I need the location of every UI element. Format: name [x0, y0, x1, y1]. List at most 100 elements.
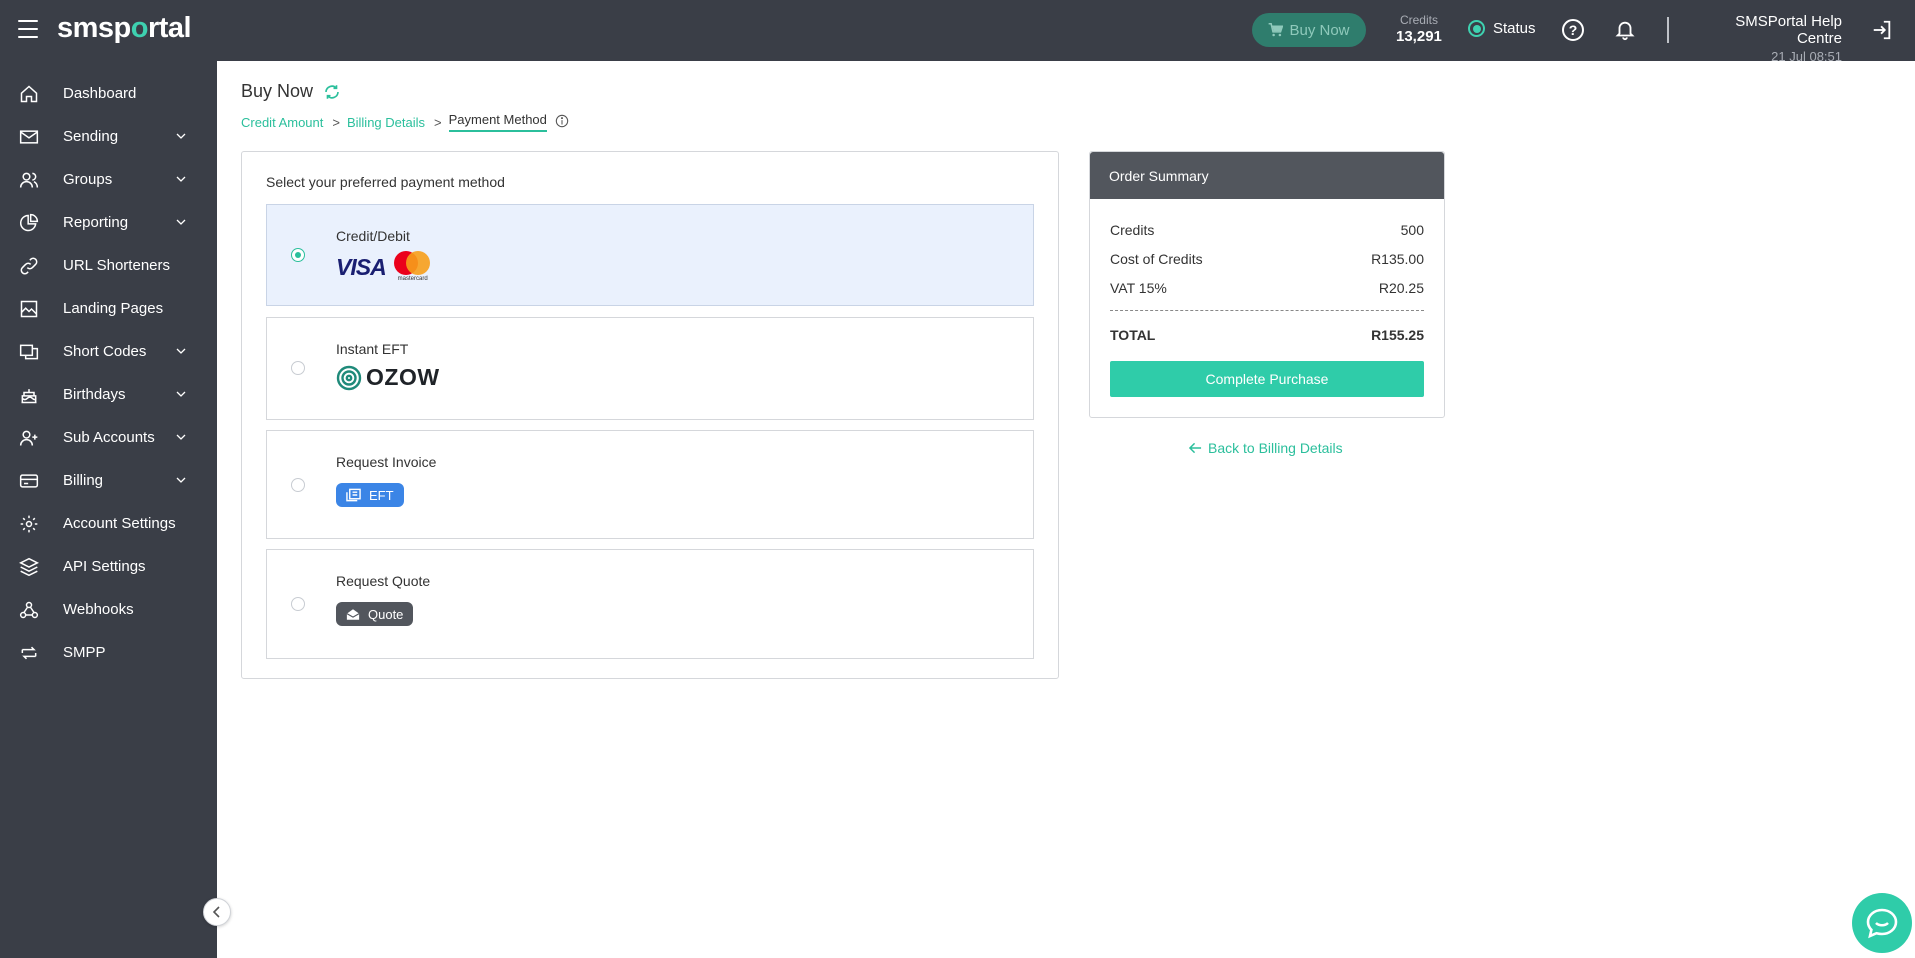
- page-title-text: Buy Now: [241, 81, 314, 101]
- payment-option-credit-debit[interactable]: Credit/Debit VISA mastercard: [266, 204, 1034, 306]
- sidebar-item-label: Webhooks: [63, 601, 134, 618]
- payment-method-panel: Select your preferred payment method Cre…: [241, 151, 1059, 679]
- breadcrumb-separator: >: [332, 114, 340, 130]
- buy-now-label: Buy Now: [1289, 21, 1350, 39]
- help-glyph: ?: [1568, 22, 1578, 38]
- payment-option-request-quote[interactable]: Request Quote Quote: [266, 549, 1034, 659]
- chevron-down-icon: [176, 348, 186, 354]
- quote-badge: Quote: [336, 602, 414, 626]
- link-icon: [20, 257, 38, 275]
- logout-icon[interactable]: [1871, 19, 1893, 41]
- sidebar-item-reporting[interactable]: Reporting: [0, 201, 217, 244]
- breadcrumb-billing-details[interactable]: Billing Details: [347, 115, 425, 130]
- logo-part: o: [130, 12, 149, 44]
- summary-row-label: Credits: [1110, 222, 1155, 238]
- status-label: Status: [1493, 20, 1536, 37]
- gear-icon: [20, 515, 38, 533]
- chevron-down-icon: [176, 434, 186, 440]
- mastercard-wordmark: mastercard: [397, 276, 428, 282]
- sidebar-item-sending[interactable]: Sending: [0, 115, 217, 158]
- sidebar-item-label: Birthdays: [63, 386, 126, 403]
- add-user-icon: [19, 430, 38, 446]
- webhook-icon: [19, 601, 39, 619]
- chat-bubble-icon: [1866, 908, 1898, 939]
- sidebar-item-label: Reporting: [63, 214, 129, 231]
- help-icon[interactable]: ?: [1562, 19, 1584, 41]
- sidebar-item-label: SMPP: [63, 644, 106, 661]
- order-summary-header: Order Summary: [1090, 152, 1444, 199]
- order-summary: Order Summary Credits 500 Cost of Credit…: [1089, 151, 1445, 418]
- summary-total-label: TOTAL: [1110, 327, 1156, 343]
- summary-row-total: TOTAL R155.25: [1110, 327, 1424, 343]
- pie-chart-icon: [20, 213, 39, 232]
- sidebar-item-label: Sending: [63, 128, 119, 145]
- sidebar-item-landing-pages[interactable]: Landing Pages: [0, 287, 217, 330]
- credits-display: Credits 13,291: [1396, 13, 1442, 45]
- credits-label: Credits: [1399, 13, 1438, 27]
- sidebar-item-smpp[interactable]: SMPP: [0, 631, 217, 674]
- back-to-billing-details-link[interactable]: Back to Billing Details: [1189, 440, 1343, 456]
- breadcrumb-credit-amount[interactable]: Credit Amount: [241, 115, 323, 130]
- credit-card-icon: [19, 474, 39, 488]
- sidebar-item-dashboard[interactable]: Dashboard: [0, 72, 217, 115]
- cake-icon: [21, 389, 37, 404]
- open-envelope-icon: [346, 608, 360, 620]
- sidebar-item-short-codes[interactable]: Short Codes: [0, 330, 217, 373]
- sidebar-item-label: Dashboard: [63, 85, 137, 102]
- breadcrumb: Credit Amount > Billing Details > Paymen…: [241, 112, 569, 132]
- payment-option-request-invoice[interactable]: Request Invoice EFT: [266, 430, 1034, 539]
- sidebar-item-label: Landing Pages: [63, 300, 164, 317]
- chevron-down-icon: [176, 176, 186, 182]
- status-indicator-icon: [1468, 20, 1485, 37]
- top-bar: smsportal Buy Now Credits 13,291 Status …: [0, 0, 1915, 64]
- summary-total-value: R155.25: [1371, 327, 1424, 343]
- sidebar-item-api-settings[interactable]: API Settings: [0, 545, 217, 588]
- summary-row-label: Cost of Credits: [1110, 251, 1203, 267]
- complete-purchase-button[interactable]: Complete Purchase: [1110, 361, 1424, 397]
- info-icon[interactable]: [555, 114, 569, 128]
- sidebar-item-webhooks[interactable]: Webhooks: [0, 588, 217, 631]
- sidebar-item-label: URL Shorteners: [63, 257, 170, 274]
- landing-page-icon: [20, 300, 38, 318]
- quote-badge-label: Quote: [368, 606, 404, 622]
- sidebar-item-billing[interactable]: Billing: [0, 459, 217, 502]
- chevron-down-icon: [176, 391, 186, 397]
- bell-icon[interactable]: [1614, 18, 1636, 42]
- breadcrumb-payment-method: Payment Method: [448, 112, 547, 132]
- smsportal-logo[interactable]: smsportal: [57, 12, 192, 45]
- status-button[interactable]: Status: [1468, 20, 1536, 37]
- request-invoice-radio[interactable]: [291, 478, 305, 492]
- sidebar: Dashboard Sending Groups Reporting URL S…: [0, 61, 217, 958]
- payment-option-label: Instant EFT: [336, 341, 409, 357]
- collapse-sidebar-button[interactable]: [203, 898, 231, 926]
- instant-eft-radio[interactable]: [291, 361, 305, 375]
- credit-debit-radio[interactable]: [291, 248, 305, 262]
- chevron-down-icon: [176, 133, 186, 139]
- sidebar-item-label: Account Settings: [63, 515, 176, 532]
- summary-divider: [1110, 310, 1424, 311]
- buy-now-button[interactable]: Buy Now: [1252, 13, 1366, 47]
- ozow-logo: OZOW: [336, 364, 440, 391]
- refresh-icon[interactable]: [323, 83, 341, 101]
- payment-option-label: Credit/Debit: [336, 228, 410, 244]
- account-menu[interactable]: SMSPortal Help Centre 21 Jul 08:51: [1698, 13, 1842, 64]
- short-code-icon: [19, 344, 39, 360]
- breadcrumb-separator: >: [434, 114, 442, 130]
- users-icon: [19, 172, 39, 188]
- ozow-swirl-icon: [336, 365, 362, 390]
- request-quote-radio[interactable]: [291, 597, 305, 611]
- sidebar-item-label: API Settings: [63, 558, 146, 575]
- chat-button[interactable]: [1852, 893, 1912, 953]
- sidebar-item-url-shorteners[interactable]: URL Shorteners: [0, 244, 217, 287]
- chevron-down-icon: [176, 477, 186, 483]
- mastercard-orange-circle: [405, 251, 430, 275]
- sidebar-item-birthdays[interactable]: Birthdays: [0, 373, 217, 416]
- sidebar-item-sub-accounts[interactable]: Sub Accounts: [0, 416, 217, 459]
- invoice-icon: [346, 488, 361, 502]
- sidebar-item-account-settings[interactable]: Account Settings: [0, 502, 217, 545]
- sidebar-item-groups[interactable]: Groups: [0, 158, 217, 201]
- chevron-down-icon: [176, 219, 186, 225]
- payment-option-label: Request Quote: [336, 573, 431, 589]
- payment-option-instant-eft[interactable]: Instant EFT OZOW: [266, 317, 1034, 420]
- menu-icon[interactable]: [18, 20, 40, 40]
